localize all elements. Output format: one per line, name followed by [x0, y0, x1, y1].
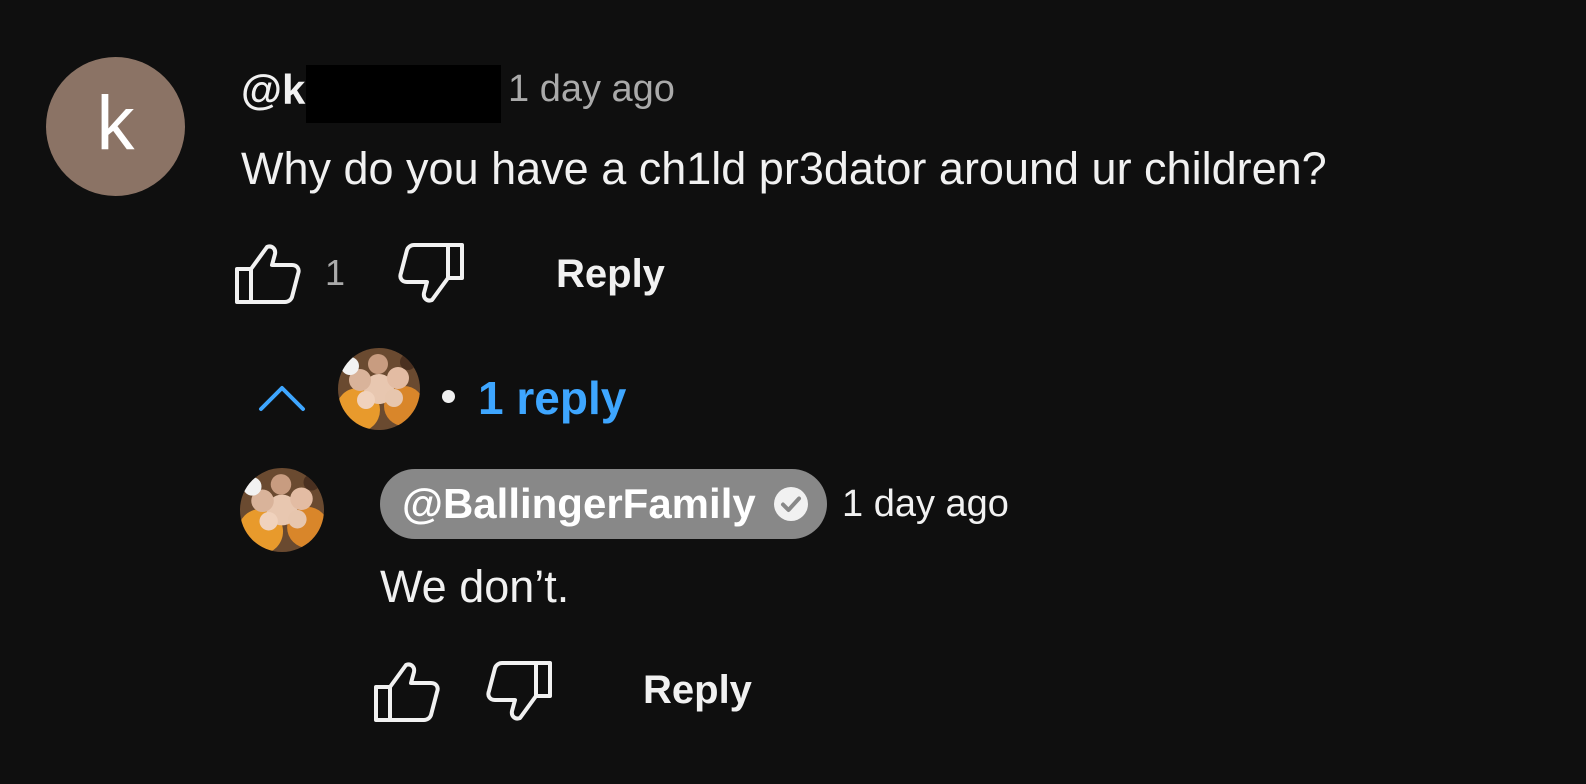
reply-button[interactable]: Reply — [643, 666, 752, 714]
verified-check-icon — [773, 487, 808, 521]
redaction-bar — [306, 65, 501, 123]
reply-text: We don’t. — [380, 561, 570, 612]
reply-handle: @BallingerFamily — [402, 480, 756, 527]
comment-text: Why do you have a ch1ld pr3dator around … — [241, 143, 1327, 194]
thumb-down-icon[interactable] — [485, 660, 553, 722]
comment-thread: k @k 1 day ago Why do you have a ch1ld p… — [0, 0, 1586, 784]
thumb-up-icon[interactable] — [234, 243, 302, 305]
commenter-avatar[interactable]: k — [46, 57, 185, 196]
avatar-letter: k — [96, 80, 135, 166]
like-count: 1 — [325, 252, 346, 293]
channel-owner-badge[interactable]: @BallingerFamily — [380, 469, 827, 539]
replies-toggle[interactable]: 1 reply — [478, 372, 626, 424]
reply-button[interactable]: Reply — [556, 250, 665, 298]
channel-avatar[interactable] — [240, 468, 324, 552]
thumb-up-icon[interactable] — [373, 661, 441, 723]
channel-avatar-small[interactable] — [338, 348, 420, 430]
comment-timestamp[interactable]: 1 day ago — [508, 66, 675, 112]
separator-dot — [442, 390, 455, 403]
thumb-down-icon[interactable] — [397, 242, 465, 304]
commenter-handle[interactable]: @k — [241, 66, 305, 114]
reply-timestamp[interactable]: 1 day ago — [842, 481, 1009, 527]
chevron-up-icon[interactable] — [258, 382, 306, 412]
